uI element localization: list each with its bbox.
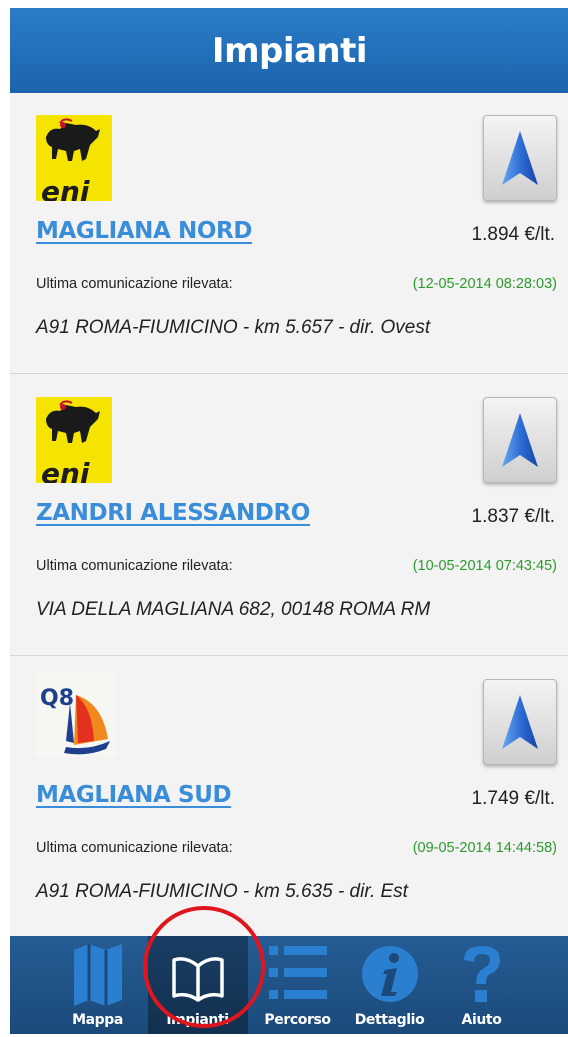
fuel-price: 1.894 €/lt. — [471, 224, 555, 245]
station-name-link[interactable]: MAGLIANA NORD — [36, 218, 252, 244]
app-header: Impianti — [10, 8, 568, 93]
tab-percorso[interactable]: Percorso — [252, 936, 344, 1034]
last-comm-date: (09-05-2014 14:44:58) — [412, 840, 557, 856]
fuel-price: 1.837 €/lt. — [471, 506, 555, 527]
navigation-arrow-icon — [502, 131, 538, 185]
list-icon — [268, 946, 327, 999]
station-list[interactable]: eni MAGLIANA NORD 1.894 €/lt. Ultima com… — [10, 93, 568, 936]
station-address: A91 ROMA-FIUMICINO - km 5.657 - dir. Ove… — [36, 317, 431, 338]
fuel-price: 1.749 €/lt. — [471, 788, 555, 809]
last-comm-label: Ultima comunicazione rilevata: — [36, 558, 233, 574]
svg-text:Q8: Q8 — [40, 686, 74, 711]
station-name-link[interactable]: MAGLIANA SUD — [36, 782, 232, 808]
station-name-link[interactable]: ZANDRI ALESSANDRO — [36, 500, 310, 526]
tab-aiuto[interactable]: Aiuto — [436, 936, 528, 1034]
navigation-arrow-icon — [502, 413, 538, 467]
highlight-annotation-circle — [143, 906, 265, 1028]
last-comm-label: Ultima comunicazione rilevata: — [36, 840, 233, 856]
page-title: Impianti — [211, 30, 368, 71]
last-comm-date: (10-05-2014 07:43:45) — [412, 558, 557, 574]
station-card[interactable]: Q8 MAGLIANA SUD 1.749 €/lt. Ultima comun… — [10, 657, 568, 936]
station-card[interactable]: eni ZANDRI ALESSANDRO 1.837 €/lt. Ultima… — [10, 375, 568, 656]
station-address: VIA DELLA MAGLIANA 682, 00148 ROMA RM — [36, 599, 431, 620]
last-comm-date: (12-05-2014 08:28:03) — [412, 276, 557, 292]
station-address: A91 ROMA-FIUMICINO - km 5.635 - dir. Est — [36, 881, 408, 902]
navigate-button[interactable] — [483, 397, 557, 483]
map-icon — [73, 944, 122, 1006]
question-icon — [463, 946, 500, 1002]
tab-dettaglio[interactable]: Dettaglio — [344, 936, 436, 1034]
station-card[interactable]: eni MAGLIANA NORD 1.894 €/lt. Ultima com… — [10, 93, 568, 374]
tab-mappa[interactable]: Mappa — [52, 936, 144, 1034]
info-icon — [361, 946, 418, 1002]
navigate-button[interactable] — [483, 679, 557, 765]
eni-logo: eni — [36, 115, 112, 201]
navigation-arrow-icon — [502, 695, 538, 749]
eni-logo: eni — [36, 397, 112, 483]
last-comm-label: Ultima comunicazione rilevata: — [36, 276, 233, 292]
navigate-button[interactable] — [483, 115, 557, 201]
q8-logo: Q8 — [36, 673, 116, 757]
bottom-tab-bar: Mappa Impianti Percorso Dettaglio Aiuto — [10, 936, 568, 1034]
